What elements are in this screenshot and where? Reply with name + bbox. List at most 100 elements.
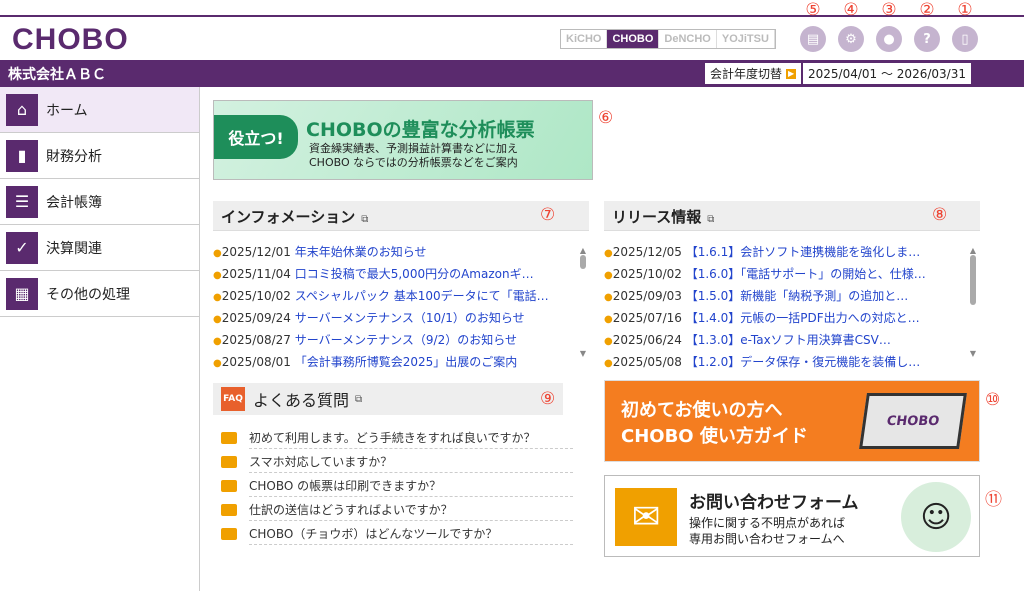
banner-sub-line: CHOBO ならではの分析帳票などをご案内 bbox=[309, 156, 518, 169]
faq-item[interactable]: 仕訳の送信はどうすればよいですか？ bbox=[213, 498, 573, 522]
faq-icon: FAQ bbox=[221, 387, 245, 411]
news-title[interactable]: 【1.4.0】元帳の一括PDF出力への対応と… bbox=[686, 311, 920, 325]
sidebar-item-ledgers[interactable]: ☰ 会計帳簿 bbox=[0, 179, 199, 225]
contact-form-banner[interactable]: ✉ お問い合わせフォーム 操作に関する不明点があれば 専用お問い合わせフォームへ… bbox=[604, 475, 980, 557]
contact-title: お問い合わせフォーム bbox=[689, 493, 859, 513]
list-item[interactable]: ●2025/12/01 年末年始休業のお知らせ bbox=[213, 242, 573, 264]
user-settings-icon[interactable]: ● bbox=[876, 26, 902, 52]
list-item[interactable]: ●2025/07/16 【1.4.0】元帳の一括PDF出力への対応と… bbox=[604, 308, 964, 330]
sidebar-item-label: ホーム bbox=[46, 102, 88, 119]
help-icon[interactable]: ? bbox=[914, 26, 940, 52]
faq-question[interactable]: 初めて利用します。どう手続きをすれば良いですか？ bbox=[249, 427, 573, 449]
marker-10: ⑩ bbox=[985, 390, 1001, 410]
usage-guide-banner[interactable]: 初めてお使いの方へ CHOBO 使い方ガイド CHOBO bbox=[604, 380, 980, 462]
scroll-up-icon[interactable]: ▲ bbox=[578, 246, 588, 255]
info-header[interactable]: インフォメーション ⧉ bbox=[213, 201, 589, 231]
news-title[interactable]: 【1.5.0】新機能「納税予測」の追加と… bbox=[686, 289, 909, 303]
list-item[interactable]: ●2025/06/24 【1.3.0】e-Taxソフト用決算書CSV… bbox=[604, 330, 964, 352]
news-date: 2025/08/27 bbox=[221, 333, 291, 347]
news-date: 2025/05/08 bbox=[612, 355, 682, 369]
news-title[interactable]: サーバーメンテナンス（10/1）のお知らせ bbox=[295, 311, 525, 325]
faq-list: 初めて利用します。どう手続きをすれば良いですか？ スマホ対応していますか？ CH… bbox=[213, 426, 573, 546]
speech-bubble-icon bbox=[221, 528, 237, 540]
scroll-up-icon[interactable]: ▲ bbox=[968, 246, 978, 255]
sidebar-item-home[interactable]: ⌂ ホーム bbox=[0, 87, 199, 133]
news-title[interactable]: 【1.6.0】「電話サポート」の開始と、仕様… bbox=[686, 267, 926, 281]
operator-avatar: ☺ bbox=[901, 482, 971, 552]
analysis-report-banner[interactable]: 役立つ! CHOBOの豊富な分析帳票 資金繰実績表、予測損益計算書などに加え C… bbox=[213, 100, 593, 180]
app-root: CHOBO KiCHO CHOBO DeNCHO YOJiTSU ⑤ ④ ③ ②… bbox=[0, 0, 1024, 591]
faq-question[interactable]: CHOBO の帳票は印刷できますか？ bbox=[249, 475, 573, 497]
news-title[interactable]: 口コミ投稿で最大5,000円分のAmazonギ… bbox=[295, 267, 534, 281]
bullet-icon: ● bbox=[604, 358, 613, 369]
bullet-icon: ● bbox=[604, 314, 613, 325]
news-title[interactable]: スペシャルパック 基本100データにて「電話… bbox=[295, 289, 549, 303]
scroll-thumb[interactable] bbox=[970, 255, 976, 305]
list-item[interactable]: ●2025/11/04 口コミ投稿で最大5,000円分のAmazonギ… bbox=[213, 264, 573, 286]
logout-icon[interactable]: ▯ bbox=[952, 26, 978, 52]
info-list: ●2025/12/01 年末年始休業のお知らせ ●2025/11/04 口コミ投… bbox=[213, 242, 573, 374]
list-item[interactable]: ●2025/08/01 「会計事務所博覧会2025」出展のご案内 bbox=[213, 352, 573, 374]
header-icons: ▤ ⚙ ● ? ▯ bbox=[800, 26, 978, 52]
app-tab-yojitsu[interactable]: YOJiTSU bbox=[717, 30, 775, 48]
news-date: 2025/12/01 bbox=[221, 245, 291, 259]
faq-item[interactable]: CHOBO（チョウボ）はどんなツールですか？ bbox=[213, 522, 573, 546]
sidebar-item-financial-analysis[interactable]: ▮ 財務分析 bbox=[0, 133, 199, 179]
faq-question[interactable]: スマホ対応していますか？ bbox=[249, 451, 573, 473]
news-title[interactable]: 【1.2.0】データ保存・復元機能を装備し… bbox=[686, 355, 921, 369]
release-header[interactable]: リリース情報 ⧉ bbox=[604, 201, 980, 231]
news-title[interactable]: 年末年始休業のお知らせ bbox=[295, 245, 427, 259]
fiscal-year-switch-button[interactable]: 会計年度切替 ▶ bbox=[705, 63, 802, 84]
news-title[interactable]: 【1.3.0】e-Taxソフト用決算書CSV… bbox=[686, 333, 891, 347]
list-item[interactable]: ●2025/05/08 【1.2.0】データ保存・復元機能を装備し… bbox=[604, 352, 964, 374]
play-icon: ▶ bbox=[786, 68, 797, 79]
list-item[interactable]: ●2025/09/03 【1.5.0】新機能「納税予測」の追加と… bbox=[604, 286, 964, 308]
release-scrollbar[interactable]: ▲ ▼ bbox=[968, 246, 978, 362]
scroll-down-icon[interactable]: ▼ bbox=[968, 349, 978, 358]
speech-bubble-icon bbox=[221, 480, 237, 492]
faq-item[interactable]: スマホ対応していますか？ bbox=[213, 450, 573, 474]
bar-chart-icon: ▮ bbox=[6, 139, 38, 172]
news-title[interactable]: 【1.6.1】会計ソフト連携機能を強化しま… bbox=[686, 245, 921, 259]
news-date: 2025/06/24 bbox=[612, 333, 682, 347]
sidebar-item-settlement[interactable]: ✓ 決算関連 bbox=[0, 225, 199, 271]
list-item[interactable]: ●2025/09/24 サーバーメンテナンス（10/1）のお知らせ bbox=[213, 308, 573, 330]
laptop-icon: CHOBO bbox=[859, 393, 967, 449]
news-title[interactable]: サーバーメンテナンス（9/2）のお知らせ bbox=[295, 333, 517, 347]
sidebar-item-label: その他の処理 bbox=[46, 286, 130, 303]
marker-3: ③ bbox=[881, 0, 897, 20]
fiscal-year-switch-label: 会計年度切替 bbox=[710, 67, 783, 81]
banner-sub-line: 資金繰実績表、予測損益計算書などに加え bbox=[309, 142, 518, 155]
list-item[interactable]: ●2025/10/02 スペシャルパック 基本100データにて「電話… bbox=[213, 286, 573, 308]
list-item[interactable]: ●2025/10/02 【1.6.0】「電話サポート」の開始と、仕様… bbox=[604, 264, 964, 286]
news-date: 2025/12/05 bbox=[612, 245, 682, 259]
faq-question[interactable]: CHOBO（チョウボ）はどんなツールですか？ bbox=[249, 523, 573, 545]
company-name: 株式会社ＡＢＣ bbox=[8, 67, 106, 83]
ledger-icon: ☰ bbox=[6, 185, 38, 218]
bullet-icon: ● bbox=[213, 336, 222, 347]
news-title[interactable]: 「会計事務所博覧会2025」出展のご案内 bbox=[295, 355, 518, 369]
marker-2: ② bbox=[919, 0, 935, 20]
marker-6: ⑥ bbox=[598, 108, 614, 128]
gear-icon[interactable]: ⚙ bbox=[838, 26, 864, 52]
news-date: 2025/09/24 bbox=[221, 311, 291, 325]
sidebar-item-label: 会計帳簿 bbox=[46, 194, 102, 211]
app-tab-dencho[interactable]: DeNCHO bbox=[659, 30, 717, 48]
news-date: 2025/08/01 bbox=[221, 355, 291, 369]
faq-question[interactable]: 仕訳の送信はどうすればよいですか？ bbox=[249, 499, 573, 521]
chobo-logo[interactable]: CHOBO bbox=[12, 23, 129, 57]
list-item[interactable]: ●2025/12/05 【1.6.1】会計ソフト連携機能を強化しま… bbox=[604, 242, 964, 264]
document-icon[interactable]: ▤ bbox=[800, 26, 826, 52]
info-scrollbar[interactable]: ▲ ▼ bbox=[578, 246, 588, 362]
faq-item[interactable]: 初めて利用します。どう手続きをすれば良いですか？ bbox=[213, 426, 573, 450]
list-item[interactable]: ●2025/08/27 サーバーメンテナンス（9/2）のお知らせ bbox=[213, 330, 573, 352]
sidebar-item-other[interactable]: ▦ その他の処理 bbox=[0, 271, 199, 317]
faq-item[interactable]: CHOBO の帳票は印刷できますか？ bbox=[213, 474, 573, 498]
faq-header[interactable]: FAQ よくある質問 ⧉ bbox=[213, 383, 563, 415]
news-date: 2025/09/03 bbox=[612, 289, 682, 303]
scroll-thumb[interactable] bbox=[580, 255, 586, 269]
banner-tag: 役立つ! bbox=[214, 115, 298, 159]
app-tab-chobo[interactable]: CHOBO bbox=[607, 30, 660, 48]
scroll-down-icon[interactable]: ▼ bbox=[578, 349, 588, 358]
app-tab-kicho[interactable]: KiCHO bbox=[561, 30, 608, 48]
